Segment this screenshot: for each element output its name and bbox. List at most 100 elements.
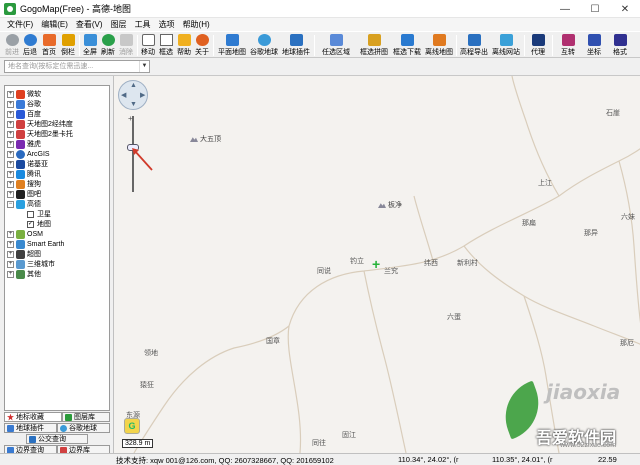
move-button[interactable]: 移动	[140, 33, 156, 58]
satellite-checkbox[interactable]	[27, 210, 34, 218]
menu-tools[interactable]: 工具	[131, 19, 155, 30]
tree-item-sogou[interactable]: + 搜狗	[7, 179, 41, 189]
title-bar: GogoMap(Free) - 高德-地图 — ☐ ✕	[0, 0, 640, 18]
convert-button[interactable]: 互转	[558, 33, 578, 58]
expand-icon[interactable]: +	[7, 130, 14, 138]
pan-right-icon[interactable]: ▶	[140, 91, 145, 99]
search-dropdown-icon[interactable]: ▼	[139, 61, 149, 72]
globe-icon	[60, 424, 67, 432]
expand-icon[interactable]: +	[7, 180, 14, 188]
expand-icon[interactable]: +	[7, 230, 14, 238]
forward-button[interactable]: 前进	[4, 33, 20, 58]
menu-edit[interactable]: 编辑(E)	[37, 19, 72, 30]
offline-map-button[interactable]: 离线地图	[424, 33, 454, 58]
tree-item-arcgis[interactable]: + ArcGIS	[7, 149, 50, 159]
any-region-button[interactable]: 任选区域	[318, 33, 354, 58]
tree-item-osm[interactable]: + OSM	[7, 229, 43, 239]
expand-icon[interactable]: +	[7, 160, 14, 168]
tree-item-other[interactable]: + 其他	[7, 269, 41, 279]
menu-options[interactable]: 选项	[155, 19, 179, 30]
tree-item-tianditu-mercator[interactable]: + 天地图2墨卡托	[7, 129, 73, 139]
gaode-icon	[16, 199, 25, 209]
tab-layer-library[interactable]: 图层库	[62, 412, 110, 422]
proxy-button[interactable]: 代理	[529, 33, 547, 58]
refresh-button[interactable]: 刷新	[100, 33, 116, 58]
google-earth-button[interactable]: 谷歌地球	[249, 33, 279, 58]
tree-item-supermap[interactable]: + 超图	[7, 249, 41, 259]
search-input[interactable]: 地名查询(按标定位需迅速... ▼	[4, 60, 150, 73]
tree-item-gaode-satellite[interactable]: 卫星	[27, 209, 51, 219]
download-button[interactable]: 框选下载	[392, 33, 422, 58]
help-button[interactable]: 帮助	[176, 33, 192, 58]
road	[287, 148, 640, 453]
tab-google-earth[interactable]: 谷歌地球	[57, 423, 110, 433]
earth-plugin-button[interactable]: 地球插件	[281, 33, 311, 58]
expand-icon[interactable]: +	[7, 150, 14, 158]
minimize-button[interactable]: —	[550, 0, 580, 18]
tree-item-tencent[interactable]: + 腾讯	[7, 169, 41, 179]
expand-icon[interactable]: +	[7, 170, 14, 178]
select-box-button[interactable]: 框选	[158, 33, 174, 58]
tree-item-3d-city[interactable]: + 三维城市	[7, 259, 55, 269]
collapse-icon[interactable]: −	[7, 200, 14, 208]
baidu-icon	[16, 109, 25, 119]
supermap-icon	[16, 249, 25, 259]
flat-map-button[interactable]: 平面地图	[217, 33, 247, 58]
zoom-in-icon[interactable]: +	[128, 114, 133, 123]
pan-control[interactable]: ▲ ▼ ◀ ▶	[118, 80, 148, 110]
close-button[interactable]: ✕	[610, 0, 640, 18]
map-place-label: 六妹	[621, 214, 635, 221]
clear-button[interactable]: 消除	[118, 33, 134, 58]
tree-item-tuba[interactable]: + 图吧	[7, 189, 41, 199]
pan-left-icon[interactable]: ◀	[121, 91, 126, 99]
format-button[interactable]: 格式	[610, 33, 630, 58]
map-poi[interactable]: 板净	[378, 200, 402, 210]
map-checkbox[interactable]: ✓	[27, 220, 34, 228]
about-button[interactable]: 关于	[194, 33, 210, 58]
tree-item-microsoft[interactable]: + 微软	[7, 89, 41, 99]
pan-down-icon[interactable]: ▼	[130, 101, 137, 108]
expand-icon[interactable]: +	[7, 110, 14, 118]
menu-help[interactable]: 帮助(H)	[179, 19, 214, 30]
home-button[interactable]: 首页	[41, 33, 57, 58]
elevation-export-button[interactable]: 高程导出	[459, 33, 489, 58]
map-view[interactable]: ▲ ▼ ◀ ▶ + 大五顶 石崖 板净 上江 那扁 那异 六妹 同说 钓立 兰究…	[113, 76, 640, 453]
tree-item-google[interactable]: + 谷歌	[7, 99, 41, 109]
expand-icon[interactable]: +	[7, 140, 14, 148]
expand-icon[interactable]: +	[7, 260, 14, 268]
expand-icon[interactable]: +	[7, 240, 14, 248]
tab-bookmarks[interactable]: 地标收藏	[4, 412, 62, 422]
column-button[interactable]: 倒栏	[60, 33, 76, 58]
pan-up-icon[interactable]: ▲	[130, 82, 137, 89]
expand-icon[interactable]: +	[7, 120, 14, 128]
tree-item-gaode[interactable]: − 高德	[7, 199, 41, 209]
expand-icon[interactable]: +	[7, 250, 14, 258]
expand-icon[interactable]: +	[7, 190, 14, 198]
tab-bus-query[interactable]: 公交查询	[26, 434, 88, 444]
expand-icon[interactable]: +	[7, 270, 14, 278]
tree-item-gaode-map[interactable]: ✓ 地图	[27, 219, 51, 229]
panel-tabs: 地标收藏 图层库 地球插件 谷歌地球 公交查询 边界查询 边界库	[4, 412, 110, 456]
map-poi[interactable]: 大五顶	[190, 134, 221, 144]
back-button[interactable]: 后退	[22, 33, 38, 58]
fullscreen-button[interactable]: 全屏	[82, 33, 98, 58]
status-bar: 技术支持: xqw 001@126.com, QQ: 2607328667, Q…	[0, 453, 640, 465]
tree-item-smart-earth[interactable]: + Smart Earth	[7, 239, 64, 249]
coordinate-button[interactable]: 坐标	[584, 33, 604, 58]
tree-item-tianditu-latlon[interactable]: + 天地图2经纬度	[7, 119, 73, 129]
menu-layers[interactable]: 图层	[107, 19, 131, 30]
tree-item-nokia[interactable]: + 诺基亚	[7, 159, 48, 169]
expand-icon[interactable]: +	[7, 90, 14, 98]
maximize-button[interactable]: ☐	[580, 0, 610, 18]
nokia-icon	[16, 159, 25, 169]
tuba-icon	[16, 189, 25, 199]
tab-earth-plugin[interactable]: 地球插件	[4, 423, 57, 433]
menu-view[interactable]: 查看(V)	[72, 19, 107, 30]
download-icon	[400, 34, 414, 46]
tree-item-yahoo[interactable]: + 雅虎	[7, 139, 41, 149]
tree-item-baidu[interactable]: + 百度	[7, 109, 41, 119]
offline-site-button[interactable]: 离线网站	[491, 33, 521, 58]
menu-file[interactable]: 文件(F)	[3, 19, 37, 30]
expand-icon[interactable]: +	[7, 100, 14, 108]
mosaic-button[interactable]: 框选拼图	[358, 33, 390, 58]
